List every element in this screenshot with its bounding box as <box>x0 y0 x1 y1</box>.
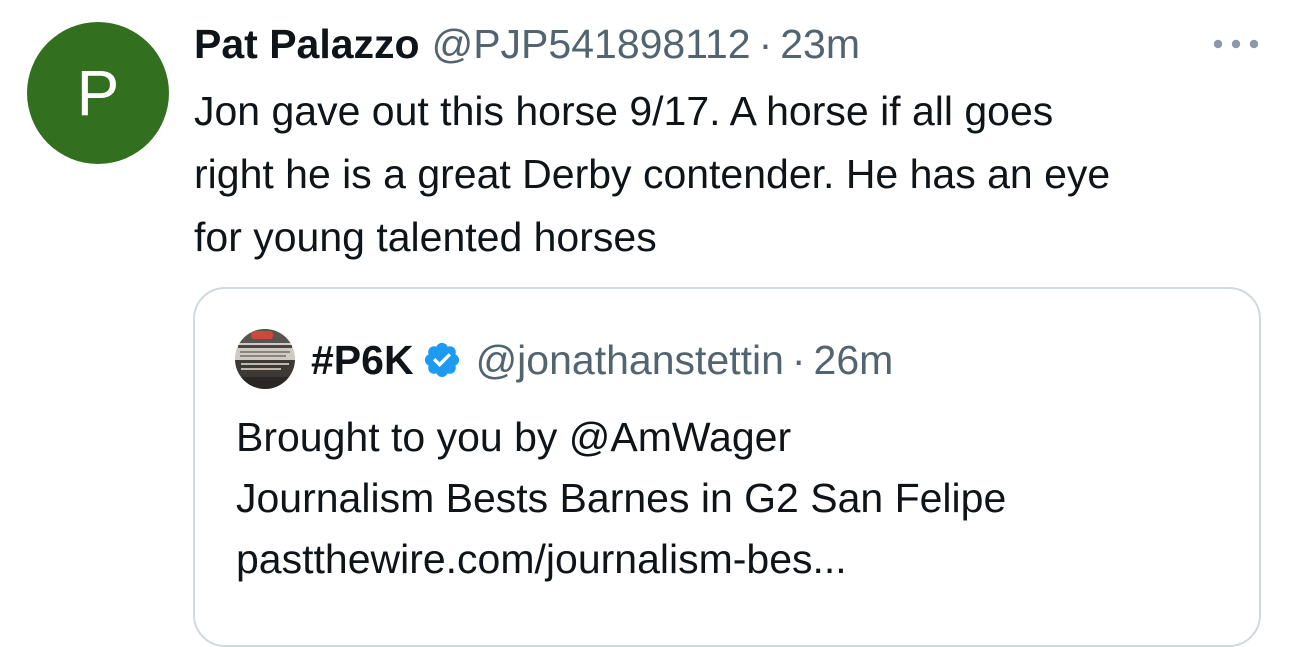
tweet-text-line: for young talented horses <box>194 214 657 260</box>
avatar-letter: P <box>76 57 120 129</box>
more-options-button[interactable] <box>1210 26 1262 62</box>
author-name[interactable]: Pat Palazzo <box>194 21 420 68</box>
quoted-author-avatar[interactable] <box>235 329 295 389</box>
author-handle[interactable]: @PJP541898112 <box>432 21 751 68</box>
newspaper-thumbnail-icon <box>235 329 295 389</box>
tweet: P Pat Palazzo @PJP541898112 · 23m Jon ga… <box>0 0 1290 647</box>
tweet-timestamp[interactable]: 23m <box>780 21 860 68</box>
verified-badge-icon <box>422 340 462 380</box>
quoted-text-line: pastthewire.com/journalism-bes... <box>236 536 847 582</box>
more-horizontal-icon <box>1213 39 1259 49</box>
tweet-text-line: Jon gave out this horse 9/17. A horse if… <box>194 88 1054 134</box>
quoted-author-handle[interactable]: @jonathanstettin <box>476 337 784 384</box>
author-avatar[interactable]: P <box>27 22 169 164</box>
quoted-author-name[interactable]: #P6K <box>311 337 414 384</box>
quoted-tweet-header: #P6K @jonathanstettin · 26m <box>311 332 893 388</box>
tweet-text: Jon gave out this horse 9/17. A horse if… <box>194 80 1274 269</box>
tweet-header: Pat Palazzo @PJP541898112 · 23m <box>194 16 860 72</box>
quoted-text-line: Journalism Bests Barnes in G2 San Felipe <box>236 475 1007 521</box>
tweet-text-line: right he is a great Derby contender. He … <box>194 151 1111 197</box>
quoted-tweet-timestamp[interactable]: 26m <box>814 337 894 384</box>
quoted-tweet-text: Brought to you by @AmWager Journalism Be… <box>236 407 1236 590</box>
quoted-tweet-card[interactable]: #P6K @jonathanstettin · 26m Brought to y… <box>193 287 1261 647</box>
separator-dot: · <box>758 20 773 67</box>
quoted-text-line: Brought to you by @AmWager <box>236 414 792 460</box>
separator-dot: · <box>791 336 806 383</box>
